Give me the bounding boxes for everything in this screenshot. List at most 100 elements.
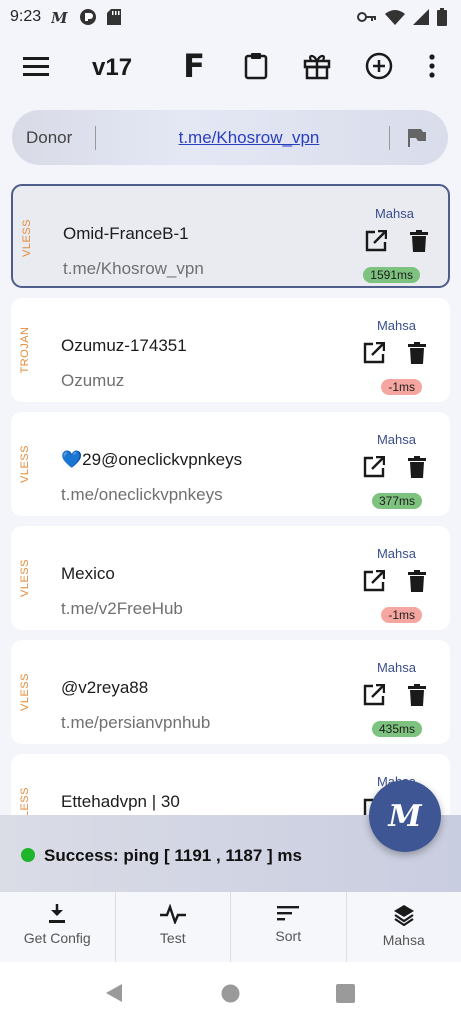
open-external-button[interactable] bbox=[365, 229, 389, 254]
delete-button[interactable] bbox=[408, 570, 430, 594]
config-name: Ettehadvpn | 30 bbox=[61, 792, 180, 811]
config-card[interactable]: VLESS Omid-FranceB-1 t.me/Khosrow_vpn Mahsa… bbox=[11, 184, 450, 288]
trash-icon bbox=[408, 684, 426, 706]
open-external-icon bbox=[363, 455, 386, 478]
more-vert-icon bbox=[429, 54, 435, 78]
delete-button[interactable] bbox=[408, 456, 430, 480]
trash-icon bbox=[408, 456, 426, 478]
recents-icon[interactable] bbox=[336, 984, 355, 1003]
status-bar: 9:23 M bbox=[0, 0, 461, 34]
ping-badge: 435ms bbox=[371, 721, 422, 737]
add-button[interactable] bbox=[359, 46, 399, 86]
config-type: Mahsa bbox=[376, 432, 416, 447]
clipboard-button[interactable] bbox=[236, 46, 276, 86]
system-nav-bar bbox=[0, 962, 461, 1024]
open-external-button[interactable] bbox=[363, 341, 387, 366]
open-external-button[interactable] bbox=[363, 683, 387, 708]
donor-link[interactable]: t.me/Khosrow_vpn bbox=[12, 128, 461, 148]
more-button[interactable] bbox=[412, 46, 452, 86]
layers-icon bbox=[393, 905, 414, 926]
key-icon bbox=[357, 11, 377, 23]
config-card[interactable]: VLESS 💙29@oneclickvpnkeys t.me/oneclickvpn… bbox=[11, 412, 450, 516]
back-icon[interactable] bbox=[104, 983, 124, 1003]
status-time: 9:23 bbox=[10, 8, 42, 25]
trash-icon bbox=[410, 230, 428, 252]
protocol-label: VLESS bbox=[19, 559, 31, 597]
config-card[interactable]: TROJAN Ozumuz-174351 Ozumuz Mahsa -1ms bbox=[11, 298, 450, 402]
ping-badge: -1ms bbox=[381, 607, 422, 623]
protocol-label: TROJAN bbox=[19, 326, 31, 374]
config-card[interactable]: VLESS Mexico t.me/v2FreeHub Mahsa -1ms bbox=[11, 526, 450, 630]
connect-fab[interactable]: M bbox=[369, 780, 441, 852]
sd-card-icon bbox=[107, 9, 122, 25]
menu-icon bbox=[23, 57, 49, 76]
config-type: Mahsa bbox=[374, 206, 414, 221]
trash-icon bbox=[408, 342, 426, 364]
config-name: Omid-FranceB-1 bbox=[63, 224, 189, 243]
signal-icon bbox=[413, 9, 429, 25]
config-name: Ozumuz-174351 bbox=[61, 336, 187, 355]
delete-button[interactable] bbox=[410, 230, 432, 254]
open-external-icon bbox=[363, 683, 386, 706]
protocol-label: VLESS bbox=[19, 673, 31, 711]
gift-button[interactable] bbox=[297, 46, 337, 86]
config-list[interactable]: VLESS Omid-FranceB-1 t.me/Khosrow_vpn Mahsa… bbox=[0, 172, 461, 816]
nav-label: Sort bbox=[275, 928, 302, 944]
app-title: v17 bbox=[92, 54, 133, 81]
bottom-nav: Get Config Test Sort Mahsa bbox=[0, 892, 461, 962]
donor-bar: Donor t.me/Khosrow_vpn bbox=[12, 110, 448, 165]
open-external-button[interactable] bbox=[363, 455, 387, 480]
gift-icon bbox=[303, 54, 331, 80]
fab-label: M bbox=[388, 798, 422, 834]
config-source: t.me/persianvpnhub bbox=[61, 713, 211, 732]
protocol-label: VLESS bbox=[19, 445, 31, 483]
nav-get-config[interactable]: Get Config bbox=[0, 892, 115, 962]
nav-label: Test bbox=[159, 930, 186, 946]
config-card[interactable]: VLESS @v2reya88 t.me/persianvpnhub Mahsa 435… bbox=[11, 640, 450, 744]
home-icon[interactable] bbox=[221, 984, 240, 1003]
flag-button[interactable] bbox=[408, 128, 426, 153]
config-name: @v2reya88 bbox=[61, 678, 149, 697]
mahsa-app-icon: M bbox=[51, 9, 69, 25]
wifi-icon bbox=[385, 9, 405, 25]
open-external-icon bbox=[363, 569, 386, 592]
config-name: Mexico bbox=[61, 564, 115, 583]
nav-label: Get Config bbox=[23, 930, 91, 946]
config-name: 💙29@oneclickvpnkeys bbox=[61, 450, 243, 469]
nav-test[interactable]: Test bbox=[114, 892, 231, 962]
status-message: Success: ping [ 1191 , 1187 ] ms bbox=[44, 846, 302, 865]
ping-badge: 377ms bbox=[371, 493, 422, 509]
delete-button[interactable] bbox=[408, 684, 430, 708]
status-indicator bbox=[21, 848, 35, 862]
flag-icon bbox=[408, 129, 426, 147]
nav-label: Mahsa bbox=[382, 932, 425, 948]
config-type: Mahsa bbox=[376, 318, 416, 333]
ping-badge: -1ms bbox=[381, 379, 422, 395]
f-button[interactable]: F bbox=[174, 46, 214, 86]
svg-text:M: M bbox=[51, 9, 68, 25]
config-type: Mahsa bbox=[376, 660, 416, 675]
config-type: Mahsa bbox=[376, 546, 416, 561]
protocol-label: VLESS bbox=[19, 787, 31, 816]
divider bbox=[389, 126, 390, 150]
config-source: t.me/v2FreeHub bbox=[61, 599, 183, 618]
ping-badge: 1591ms bbox=[363, 267, 420, 283]
pulse-icon bbox=[159, 904, 186, 924]
clipboard-icon bbox=[244, 53, 268, 80]
config-source: t.me/oneclickvpnkeys bbox=[61, 485, 223, 504]
delete-button[interactable] bbox=[408, 342, 430, 366]
open-external-icon bbox=[365, 229, 388, 252]
config-source: t.me/Khosrow_vpn bbox=[63, 259, 204, 278]
sort-icon bbox=[277, 906, 300, 921]
open-external-icon bbox=[363, 341, 386, 364]
open-external-button[interactable] bbox=[363, 569, 387, 594]
config-source: Ozumuz bbox=[61, 371, 125, 390]
nav-sort[interactable]: Sort bbox=[230, 892, 346, 962]
battery-icon bbox=[437, 8, 447, 26]
circle-app-icon bbox=[79, 8, 97, 26]
nav-mahsa[interactable]: Mahsa bbox=[345, 892, 461, 962]
protocol-label: VLESS bbox=[21, 219, 33, 257]
download-icon bbox=[49, 904, 66, 923]
menu-button[interactable] bbox=[16, 46, 56, 86]
add-circle-icon bbox=[365, 52, 393, 80]
